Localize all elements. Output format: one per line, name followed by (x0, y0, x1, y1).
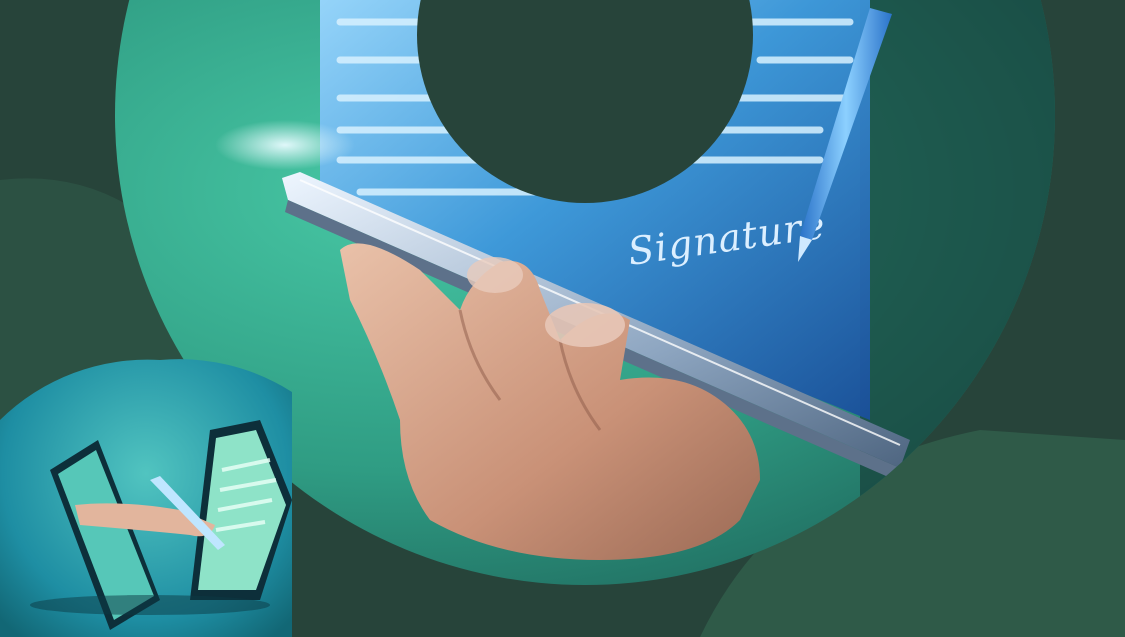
hero-illustration: Signature (0, 0, 1125, 637)
light-flare (215, 120, 355, 170)
artwork-canvas: Signature (0, 0, 1125, 637)
